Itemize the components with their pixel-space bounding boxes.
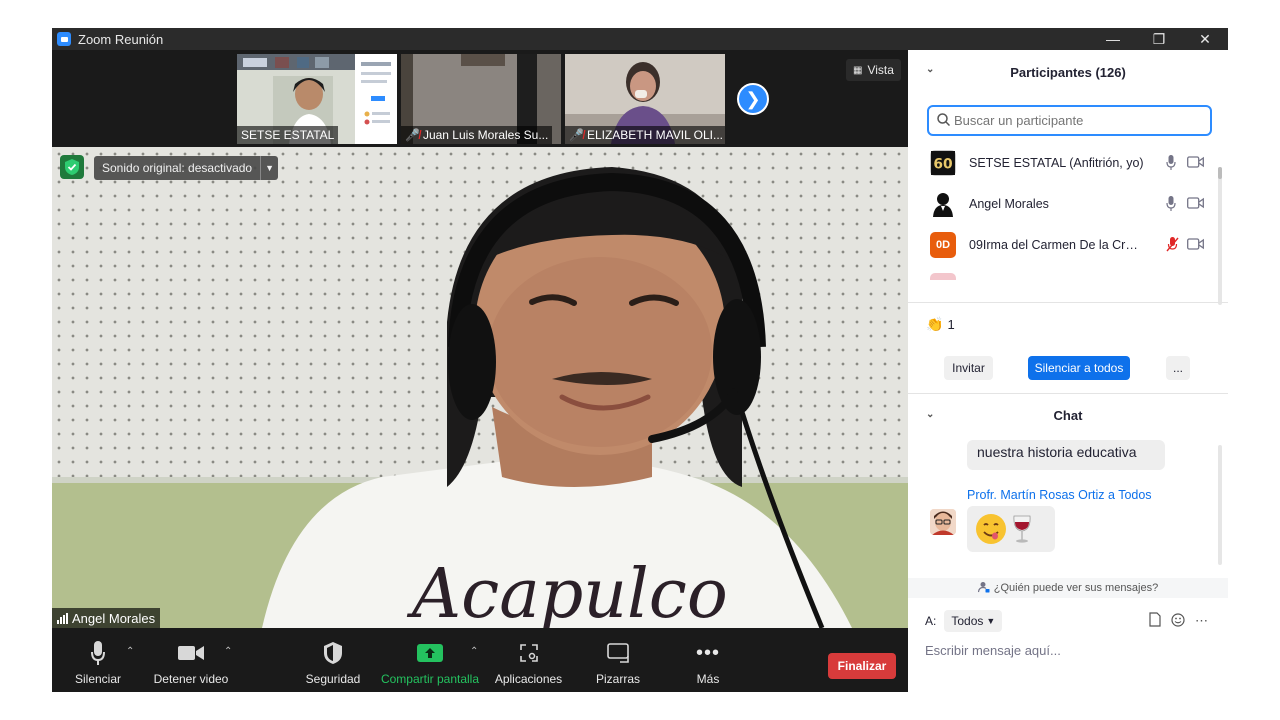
video-camera-icon xyxy=(178,638,204,668)
restore-icon[interactable]: ❐ xyxy=(1136,28,1182,50)
more-dots-icon: ••• xyxy=(695,641,720,664)
view-button[interactable]: ▦ Vista xyxy=(846,59,901,81)
apps-button[interactable]: Aplicaciones xyxy=(492,628,565,692)
invite-button[interactable]: Invitar xyxy=(944,356,993,380)
file-icon[interactable] xyxy=(1149,612,1161,630)
chevron-down-icon[interactable]: ⌄ xyxy=(926,409,934,420)
chat-message: nuestra historia educativa xyxy=(967,440,1165,470)
shield-icon xyxy=(324,638,342,668)
mic-muted-icon: 🎤̸ xyxy=(569,128,584,142)
video-camera-icon[interactable] xyxy=(1187,237,1204,255)
mic-muted-icon: 🎤̸ xyxy=(405,128,420,142)
speaker-name-tag: Angel Morales xyxy=(52,608,161,628)
thumbnail-label: 🎤̸ ELIZABETH MAVIL OLI... xyxy=(565,126,725,144)
microphone-muted-icon[interactable] xyxy=(1166,237,1179,257)
participant-name: Angel Morales xyxy=(969,196,1049,211)
avatar: 60 xyxy=(930,149,956,176)
emoji-icon[interactable] xyxy=(1171,612,1185,630)
participant-row[interactable]: Angel Morales xyxy=(908,183,1218,224)
recipient-row: A: Todos ▼ xyxy=(925,610,1003,632)
thumbnail-strip: SETSE ESTATAL 🎤̸Juan Luis Morales Su... xyxy=(237,54,725,144)
share-screen-button[interactable]: Compartir pantalla xyxy=(379,628,481,692)
zoom-window: Zoom Reunión — ❐ ✕ SETSE ESTATAL 🎤̸ Juan… xyxy=(52,28,1228,692)
participant-scrollbar[interactable] xyxy=(1218,167,1222,305)
clapping-hands-icon: 👏 xyxy=(926,316,944,332)
side-panel: ⌄ Participantes (126) 60 SETSE ESTATAL (… xyxy=(908,50,1228,692)
more-button[interactable]: ••• Más xyxy=(688,628,728,692)
thumbnail-elizabeth[interactable]: 🎤̸ ELIZABETH MAVIL OLI... xyxy=(565,54,725,144)
participant-name: 09Irma del Carmen De la Cruz ... xyxy=(969,237,1144,252)
participant-row[interactable]: 60 SETSE ESTATAL (Anfitrión, yo) xyxy=(908,142,1218,183)
avatar xyxy=(930,272,956,280)
meeting-toolbar: Silenciar ⌃ Detener video ⌃ Seguridad Co… xyxy=(52,628,908,692)
sender-avatar xyxy=(930,509,956,535)
avatar: 0D xyxy=(930,231,956,258)
participants-more-button[interactable]: ... xyxy=(1166,356,1190,380)
reaction-counter: 👏 1 xyxy=(926,316,955,332)
thumbnail-label: 🎤̸ Juan Luis Morales Su... xyxy=(401,126,553,144)
thumbnail-setse[interactable]: SETSE ESTATAL xyxy=(237,54,397,144)
more-dots-icon[interactable]: ⋯ xyxy=(1195,613,1208,629)
mute-options-caret[interactable]: ⌃ xyxy=(126,646,134,657)
share-options-caret[interactable]: ⌃ xyxy=(470,646,478,657)
chevron-down-icon[interactable]: ▼ xyxy=(260,156,278,180)
search-icon xyxy=(937,112,951,129)
thumbnail-juan-luis[interactable]: 🎤̸ Juan Luis Morales Su... xyxy=(401,54,561,144)
video-camera-icon[interactable] xyxy=(1187,196,1204,214)
whiteboard-icon xyxy=(607,638,629,668)
recipient-select[interactable]: Todos ▼ xyxy=(944,610,1003,632)
chat-tools: ⋯ xyxy=(1149,612,1208,630)
chevron-right-icon: ❯ xyxy=(745,88,761,109)
participant-list: 60 SETSE ESTATAL (Anfitrión, yo) Angel M… xyxy=(908,142,1218,280)
chat-header: ⌄ Chat xyxy=(926,407,1083,423)
main-speaker-video: Acapulco Sonido original: desactivado ▼ … xyxy=(52,147,908,628)
thumbnail-label: SETSE ESTATAL xyxy=(237,126,339,144)
speaker-figure: Acapulco xyxy=(262,167,852,628)
participants-header: ⌄ Participantes (126) xyxy=(926,64,1126,80)
svg-text:60: 60 xyxy=(933,156,952,172)
whiteboards-button[interactable]: Pizarras xyxy=(592,628,644,692)
chat-scrollbar[interactable] xyxy=(1218,445,1222,565)
participant-search-input[interactable] xyxy=(954,113,1194,128)
original-sound-toggle[interactable]: Sonido original: desactivado ▼ xyxy=(94,156,279,180)
security-button[interactable]: Seguridad xyxy=(302,628,364,692)
person-lock-icon xyxy=(977,581,990,596)
stop-video-button[interactable]: Detener video xyxy=(152,628,230,692)
video-camera-icon[interactable] xyxy=(1187,155,1204,173)
next-page-button[interactable]: ❯ xyxy=(737,83,769,115)
apps-icon xyxy=(519,638,538,668)
participant-search[interactable] xyxy=(927,105,1212,136)
window-title: Zoom Reunión xyxy=(78,31,164,47)
zoom-logo-icon xyxy=(57,32,71,46)
share-arrow-icon xyxy=(417,638,443,668)
window-controls: — ❐ ✕ xyxy=(1090,28,1228,50)
video-options-caret[interactable]: ⌃ xyxy=(224,646,232,657)
chevron-down-icon: ▼ xyxy=(986,616,996,626)
shield-check-icon[interactable] xyxy=(60,155,84,179)
chat-emoji-message xyxy=(967,506,1055,552)
end-meeting-button[interactable]: Finalizar xyxy=(828,653,896,679)
microphone-icon[interactable] xyxy=(1166,155,1176,175)
avatar xyxy=(930,190,956,217)
chat-message-input[interactable] xyxy=(925,638,1215,662)
participant-name: SETSE ESTATAL (Anfitrión, yo) xyxy=(969,155,1144,170)
mute-button[interactable]: Silenciar xyxy=(74,628,122,692)
chat-sender: Profr. Martín Rosas Ortiz a Todos xyxy=(967,488,1152,502)
microphone-icon xyxy=(91,638,105,668)
grid-view-icon: ▦ xyxy=(853,64,863,76)
video-area: SETSE ESTATAL 🎤̸Juan Luis Morales Su... xyxy=(52,50,908,628)
minimize-icon[interactable]: — xyxy=(1090,28,1136,50)
title-bar: Zoom Reunión — ❐ ✕ xyxy=(52,28,1228,50)
shirt-print: Acapulco xyxy=(406,555,728,628)
connection-bars-icon xyxy=(57,612,68,624)
chevron-down-icon[interactable]: ⌄ xyxy=(926,64,934,75)
who-can-see-link[interactable]: ¿Quién puede ver sus mensajes? xyxy=(908,578,1228,598)
participant-row[interactable]: 0D 09Irma del Carmen De la Cruz ... xyxy=(908,224,1218,265)
close-icon[interactable]: ✕ xyxy=(1182,28,1228,50)
microphone-icon[interactable] xyxy=(1166,196,1176,216)
wine-glass-icon xyxy=(1013,515,1031,543)
yum-face-icon xyxy=(976,514,1006,544)
mute-all-button[interactable]: Silenciar a todos xyxy=(1028,356,1130,380)
participant-row[interactable] xyxy=(908,265,1218,280)
